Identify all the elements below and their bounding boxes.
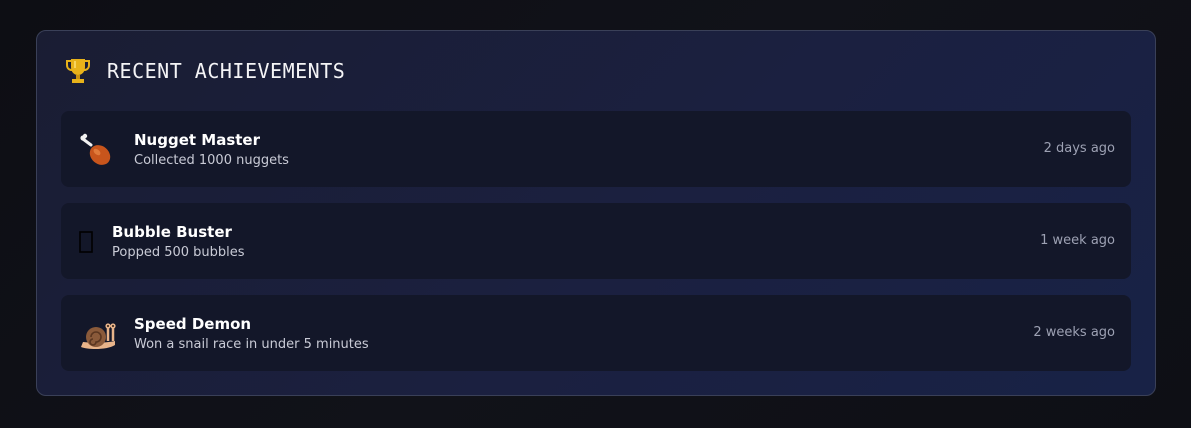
panel-title: RECENT ACHIEVEMENTS <box>107 59 346 83</box>
achievement-text: Bubble Buster Popped 500 bubbles <box>112 222 245 264</box>
recent-achievements-panel: RECENT ACHIEVEMENTS Nugget Master Collec… <box>36 30 1156 396</box>
panel-header: RECENT ACHIEVEMENTS <box>65 57 345 85</box>
achievement-list: Nugget Master Collected 1000 nuggets 2 d… <box>61 111 1131 387</box>
achievement-row[interactable]: Nugget Master Collected 1000 nuggets 2 d… <box>61 111 1131 187</box>
achievement-row[interactable]: Bubble Buster Popped 500 bubbles 1 week … <box>61 203 1131 279</box>
achievement-text: Speed Demon Won a snail race in under 5 … <box>134 314 369 356</box>
trophy-icon <box>66 59 90 83</box>
achievement-description: Collected 1000 nuggets <box>134 153 289 168</box>
achievement-name: Bubble Buster <box>112 223 232 241</box>
achievement-time: 2 days ago <box>1043 141 1115 156</box>
achievement-description: Won a snail race in under 5 minutes <box>134 337 369 352</box>
achievement-name: Nugget Master <box>134 131 260 149</box>
achievement-time: 2 weeks ago <box>1033 325 1115 340</box>
drumstick-icon <box>80 133 111 165</box>
achievement-time: 1 week ago <box>1040 233 1115 248</box>
achievement-row[interactable]: Speed Demon Won a snail race in under 5 … <box>61 295 1131 371</box>
achievement-name: Speed Demon <box>134 315 252 333</box>
achievement-description: Popped 500 bubbles <box>112 245 245 260</box>
missing-glyph-icon <box>79 231 93 253</box>
snail-icon <box>81 323 116 350</box>
achievement-text: Nugget Master Collected 1000 nuggets <box>134 130 289 172</box>
